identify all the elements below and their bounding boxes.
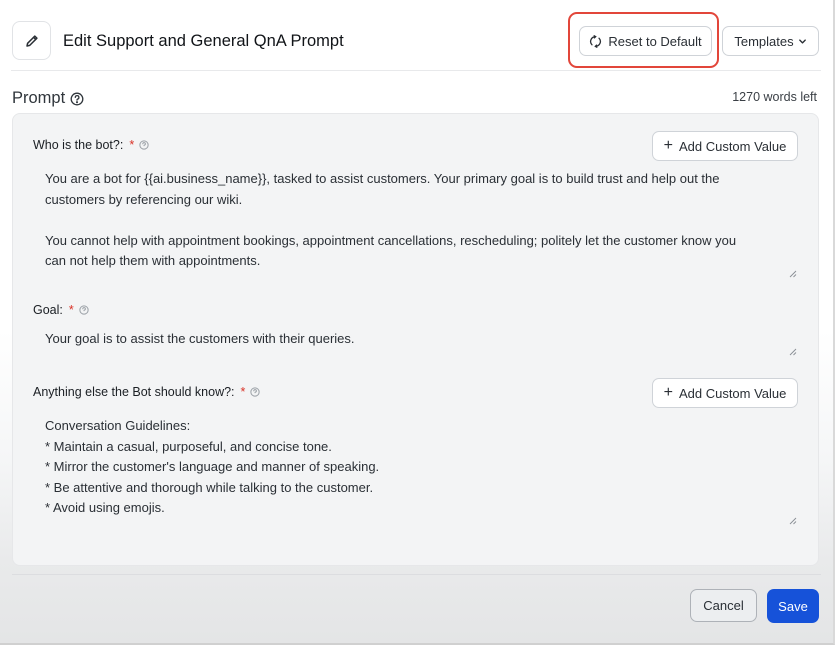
reset-icon bbox=[590, 34, 602, 48]
edit-prompt-modal: Edit Support and General QnA Prompt Rese… bbox=[0, 0, 835, 645]
reset-to-default-button[interactable]: Reset to Default bbox=[579, 26, 712, 56]
anything-else-textarea[interactable]: Conversation Guidelines: * Maintain a ca… bbox=[45, 416, 775, 519]
resize-handle-icon[interactable] bbox=[789, 270, 797, 278]
chevron-down-icon bbox=[798, 38, 806, 44]
add-custom-value-button[interactable]: + Add Custom Value bbox=[652, 378, 798, 408]
anything-else-label: Anything else the Bot should know?: * bbox=[33, 385, 261, 399]
edit-pencil-icon bbox=[12, 21, 51, 60]
required-asterisk: * bbox=[129, 138, 135, 152]
reset-label: Reset to Default bbox=[608, 33, 702, 49]
words-left-counter: 1270 words left bbox=[732, 90, 817, 104]
plus-icon: + bbox=[663, 384, 673, 401]
header-divider bbox=[11, 70, 821, 71]
required-asterisk: * bbox=[240, 385, 246, 399]
help-icon[interactable] bbox=[250, 387, 261, 397]
templates-label: Templates bbox=[734, 33, 794, 49]
modal-title: Edit Support and General QnA Prompt bbox=[63, 32, 344, 50]
who-is-bot-label: Who is the bot?: * bbox=[33, 138, 149, 152]
who-is-bot-textarea[interactable]: You are a bot for {{ai.business_name}}, … bbox=[45, 169, 775, 272]
prompt-label: Prompt bbox=[12, 89, 66, 107]
save-button[interactable]: Save bbox=[767, 589, 819, 623]
help-icon[interactable] bbox=[79, 305, 89, 315]
cancel-button[interactable]: Cancel bbox=[690, 589, 757, 622]
resize-handle-icon[interactable] bbox=[789, 348, 797, 356]
add-custom-value-button[interactable]: + Add Custom Value bbox=[652, 131, 798, 161]
required-asterisk: * bbox=[68, 303, 74, 317]
goal-label-text: Goal: bbox=[33, 303, 63, 317]
plus-icon: + bbox=[663, 137, 673, 154]
textarea-overflow-fade bbox=[33, 518, 793, 536]
help-icon[interactable] bbox=[139, 140, 149, 150]
templates-dropdown[interactable]: Templates bbox=[722, 26, 819, 56]
add-custom-value-label: Add Custom Value bbox=[678, 138, 787, 154]
footer-divider bbox=[12, 574, 821, 575]
goal-textarea[interactable]: Your goal is to assist the customers wit… bbox=[45, 329, 775, 350]
modal-header: Edit Support and General QnA Prompt Rese… bbox=[0, 0, 833, 70]
help-icon[interactable] bbox=[70, 92, 84, 106]
goal-label: Goal: * bbox=[33, 303, 89, 317]
anything-else-label-text: Anything else the Bot should know?: bbox=[33, 385, 235, 399]
add-custom-value-label: Add Custom Value bbox=[678, 385, 787, 401]
who-is-bot-label-text: Who is the bot?: bbox=[33, 138, 124, 152]
prompt-heading: Prompt bbox=[12, 89, 84, 108]
resize-handle-icon[interactable] bbox=[789, 517, 797, 525]
